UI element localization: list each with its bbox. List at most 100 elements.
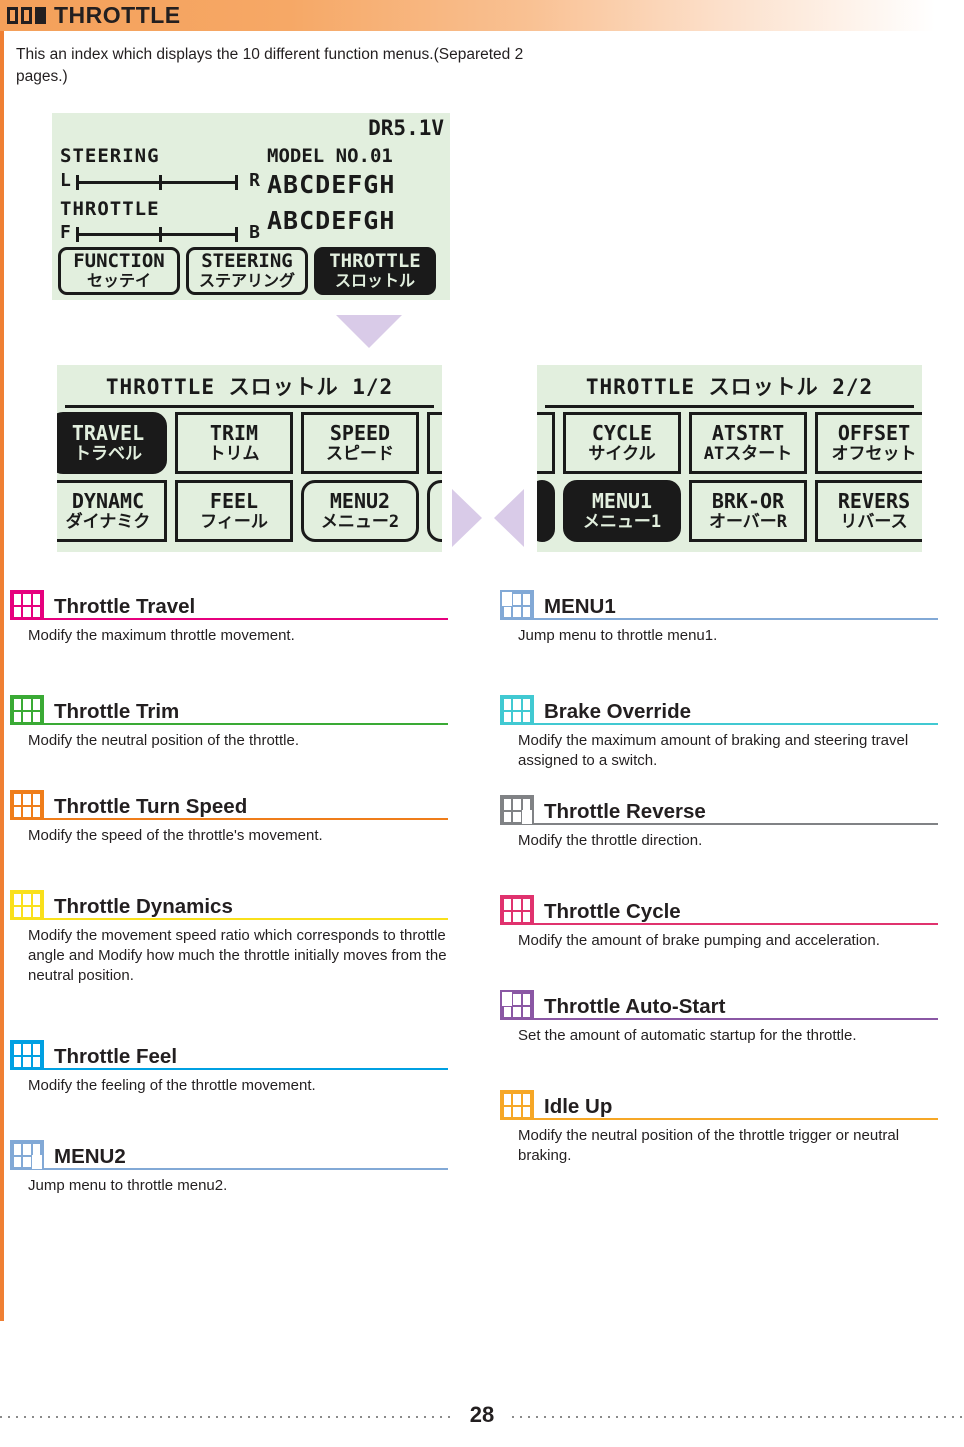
menu-item-label-en: FEEL bbox=[209, 488, 259, 513]
lcd-home-softkeys: FUNCTION セッテイ STEERING ステアリング THROTTLE ス… bbox=[58, 247, 436, 295]
function-item-title: Throttle Reverse bbox=[544, 799, 706, 823]
function-list-item[interactable]: MENU2 Jump menu to throttle menu2. bbox=[10, 1140, 448, 1196]
lcd-home-screen: DR5.1V STEERING MODEL NO.01 THROTTLE ABC… bbox=[52, 113, 450, 300]
tile-cell bbox=[14, 1156, 22, 1167]
softkey-label-en: THROTTLE bbox=[329, 250, 421, 273]
tile-cell bbox=[522, 899, 530, 910]
function-list-item[interactable]: Throttle Turn Speed Modify the speed of t… bbox=[10, 790, 448, 846]
lcd-menu-item-dynamc[interactable]: DYNAMC ダイナミク bbox=[57, 480, 167, 542]
page-footer: 28 bbox=[0, 1402, 964, 1427]
lcd-softkey-throttle[interactable]: THROTTLE スロットル bbox=[314, 247, 436, 295]
tile-cell bbox=[504, 1094, 512, 1105]
menu-item-label-jp: トリム bbox=[208, 443, 260, 464]
menu-tile-icon bbox=[10, 695, 44, 725]
menu-item-label-jp: フィール bbox=[200, 511, 268, 532]
function-item-header: Throttle Trim bbox=[10, 695, 448, 725]
lcd-menu-item-brk-or[interactable]: BRK-OR オーバーR bbox=[689, 480, 807, 542]
function-item-description: Set the amount of automatic startup for … bbox=[518, 1027, 857, 1044]
menu-tile-icon bbox=[10, 1140, 44, 1170]
lcd-throttle-menu-page1: THROTTLE スロットル 1/2 TRAVEL トラベル DYNAMC ダイ… bbox=[57, 365, 442, 552]
menu-tile-icon bbox=[500, 1090, 534, 1120]
softkey-label-en: FUNCTION bbox=[73, 250, 165, 273]
tile-cell bbox=[513, 994, 521, 1005]
lcd-menu-item-clipped[interactable] bbox=[427, 480, 442, 542]
lcd-voltage: DR5.1V bbox=[368, 116, 444, 140]
tile-cell bbox=[14, 699, 22, 710]
function-item-underline bbox=[534, 1018, 938, 1020]
function-list-item[interactable]: Throttle Cycle Modify the amount of brake… bbox=[500, 895, 938, 951]
lcd-menu-item-feel[interactable]: FEEL フィール bbox=[175, 480, 293, 542]
tile-cell bbox=[513, 1106, 521, 1117]
tile-cell bbox=[14, 1056, 22, 1067]
page-number: 28 bbox=[0, 1402, 964, 1428]
function-item-description: Modify the neutral position of the throt… bbox=[28, 732, 299, 749]
function-item-description: Jump menu to throttle menu2. bbox=[28, 1177, 228, 1194]
lcd-menu-item-menu1[interactable]: MENU1 メニュー1 bbox=[563, 480, 681, 542]
lcd-menu-item-offset[interactable]: OFFSET オフセット bbox=[815, 412, 922, 474]
lcd-menu-item-clipped[interactable] bbox=[537, 412, 555, 474]
tile-cell bbox=[32, 894, 40, 905]
function-item-title-wrap: Throttle Turn Speed bbox=[44, 794, 448, 820]
tile-cell bbox=[23, 606, 31, 617]
lcd-menu1-title: THROTTLE スロットル 1/2 bbox=[105, 375, 394, 399]
lcd-menu-item-revers[interactable]: REVERS リバース bbox=[815, 480, 922, 542]
tile-cell bbox=[23, 711, 31, 722]
function-list-item[interactable]: Throttle Feel Modify the feeling of the t… bbox=[10, 1040, 448, 1096]
slider-center-mark bbox=[159, 175, 162, 190]
lcd-menu-item-cycle[interactable]: CYCLE サイクル bbox=[563, 412, 681, 474]
function-item-underline bbox=[44, 1168, 448, 1170]
lcd-menu-item-menu2[interactable]: MENU2 メニュー2 bbox=[301, 480, 419, 542]
lcd-menu-item-speed[interactable]: SPEED スピード bbox=[301, 412, 419, 474]
tile-cell bbox=[522, 1094, 530, 1105]
slider-track bbox=[76, 233, 238, 236]
lcd-throttle-menu-page2: THROTTLE スロットル 2/2 CYCLE サイクル MENU1 メニュー… bbox=[537, 365, 922, 552]
lcd-steering-label: STEERING bbox=[60, 145, 160, 167]
tile-cell bbox=[522, 994, 530, 1005]
lcd-menu-item-trim[interactable]: TRIM トリム bbox=[175, 412, 293, 474]
tile-cell bbox=[522, 594, 530, 605]
tile-cell bbox=[14, 906, 22, 917]
menu-tile-icon bbox=[10, 790, 44, 820]
tile-cell bbox=[513, 711, 521, 722]
function-item-title-wrap: Throttle Cycle bbox=[534, 899, 938, 925]
function-item-description: Modify the speed of the throttle's movem… bbox=[28, 827, 323, 844]
function-list-item[interactable]: MENU1 Jump menu to throttle menu1. bbox=[500, 590, 938, 646]
section-square-3-filled bbox=[35, 7, 46, 24]
function-list-item[interactable]: Throttle Travel Modify the maximum thrott… bbox=[10, 590, 448, 646]
lcd-menu-item-atstrt[interactable]: ATSTRT ATスタート bbox=[689, 412, 807, 474]
function-list-item[interactable]: Throttle Reverse Modify the throttle dire… bbox=[500, 795, 938, 851]
function-item-title: MENU2 bbox=[54, 1144, 126, 1168]
function-item-description: Modify the throttle direction. bbox=[518, 832, 703, 849]
lcd-softkey-steering[interactable]: STEERING ステアリング bbox=[186, 247, 308, 295]
tile-cell bbox=[513, 811, 521, 822]
tile-cell bbox=[522, 911, 530, 922]
tile-cell bbox=[32, 699, 40, 710]
function-item-title: Idle Up bbox=[544, 1094, 613, 1118]
menu-item-label-jp: サイクル bbox=[588, 443, 656, 464]
function-list-item[interactable]: Throttle Auto-Start Set the amount of aut… bbox=[500, 990, 938, 1046]
arrow-left-icon bbox=[494, 489, 524, 547]
function-list-item[interactable]: Throttle Dynamics Modify the movement spe… bbox=[10, 890, 448, 985]
function-list-item[interactable]: Brake Override Modify the maximum amount … bbox=[500, 695, 938, 771]
tile-cell bbox=[522, 1106, 530, 1117]
tile-cell bbox=[522, 1006, 530, 1017]
function-item-title: Throttle Turn Speed bbox=[54, 794, 248, 818]
lcd-menu-item-clipped[interactable] bbox=[537, 480, 555, 542]
lcd-model-name-1: ABCDEFGH bbox=[267, 170, 396, 199]
lcd-menu-item-travel[interactable]: TRAVEL トラベル bbox=[57, 412, 167, 474]
lcd-steering-right-label: R bbox=[249, 170, 260, 191]
tile-cell bbox=[522, 711, 530, 722]
lcd-softkey-function[interactable]: FUNCTION セッテイ bbox=[58, 247, 180, 295]
function-list-item[interactable]: Idle Up Modify the neutral position of th… bbox=[500, 1090, 938, 1166]
function-item-header: MENU2 bbox=[10, 1140, 448, 1170]
menu-tile-icon bbox=[10, 1040, 44, 1070]
function-item-title: MENU1 bbox=[544, 594, 616, 618]
tile-cell bbox=[14, 1044, 22, 1055]
tile-cell bbox=[23, 1144, 31, 1155]
menu-tile-icon bbox=[500, 895, 534, 925]
function-list-item[interactable]: Throttle Trim Modify the neutral position… bbox=[10, 695, 448, 751]
function-item-underline bbox=[534, 723, 938, 725]
menu-item-label-jp: リバース bbox=[840, 511, 908, 532]
tile-cell bbox=[23, 1056, 31, 1067]
lcd-menu-item-clipped[interactable] bbox=[427, 412, 442, 474]
